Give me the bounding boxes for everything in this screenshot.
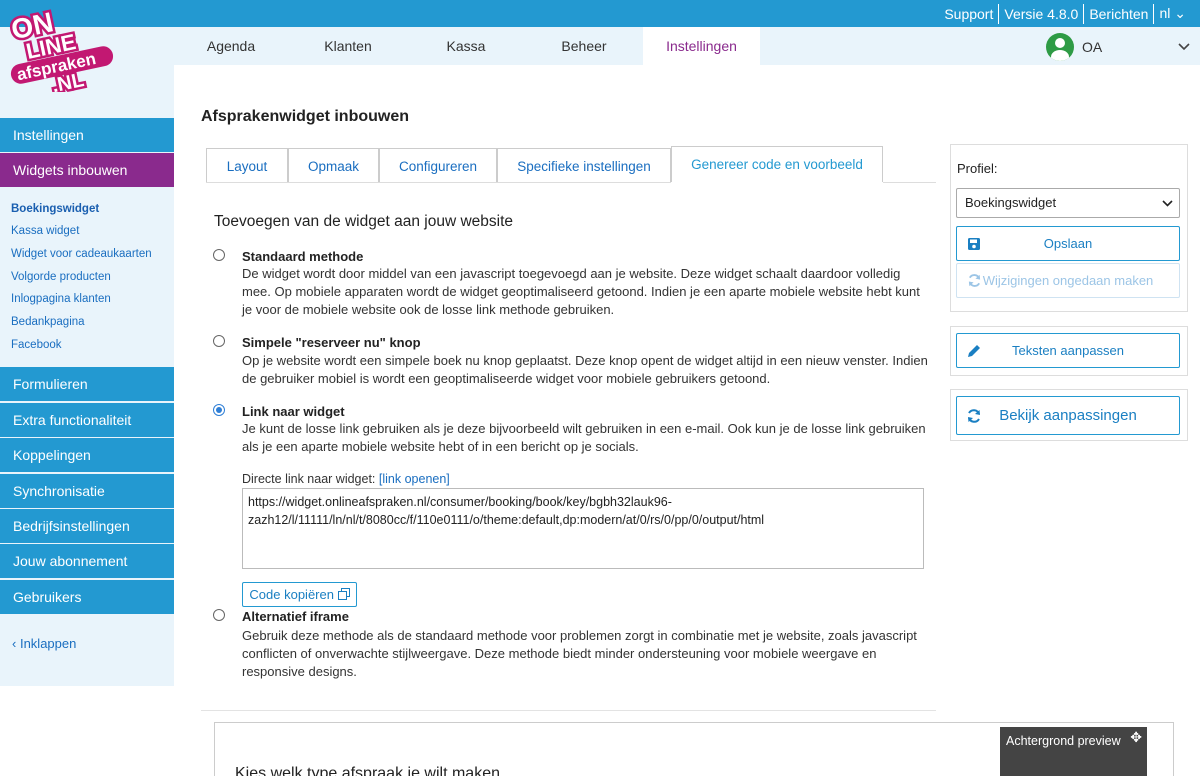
user-initials: OA [1082, 39, 1103, 55]
top-links: Support Versie 4.8.0 Berichten nl ⌄ [940, 0, 1190, 27]
nav-tab-beheer[interactable]: Beheer [539, 27, 629, 65]
sidebar-item-abonnement[interactable]: Jouw abonnement [0, 544, 174, 578]
sidebar-item-synchronisatie[interactable]: Synchronisatie [0, 474, 174, 508]
page-title: Afsprakenwidget inbouwen [201, 108, 410, 125]
move-icon[interactable]: ✥ [1130, 728, 1142, 746]
widget-url-textarea[interactable]: https://widget.onlineafspraken.nl/consum… [242, 488, 924, 569]
view-changes-button[interactable]: Bekijk aanpassingen [956, 396, 1180, 435]
chevron-left-icon: ‹ [12, 636, 17, 651]
sidebar-subitem-volgorde-producten[interactable]: Volgorde producten [11, 271, 111, 283]
sidebar-subitem-inlogpagina[interactable]: Inlogpagina klanten [11, 293, 111, 305]
radio-reserveer-knop[interactable] [213, 335, 225, 347]
option-title: Alternatief iframe [242, 609, 349, 624]
option-title: Simpele "reserveer nu" knop [242, 335, 421, 350]
nav-tab-kassa[interactable]: Kassa [421, 27, 511, 65]
tab-opmaak[interactable]: Opmaak [288, 148, 379, 183]
option-title: Link naar widget [242, 404, 345, 419]
copy-icon [337, 587, 350, 602]
sidebar-item-instellingen[interactable]: Instellingen [0, 118, 174, 152]
tab-underline [883, 182, 936, 183]
radio-alternatief-iframe[interactable] [213, 609, 225, 621]
sidebar-item-formulieren[interactable]: Formulieren [0, 367, 174, 401]
chevron-down-icon[interactable] [1178, 38, 1190, 54]
sidebar-item-bedrijfsinstellingen[interactable]: Bedrijfsinstellingen [0, 509, 174, 543]
divider [1083, 3, 1085, 24]
copy-code-button[interactable]: Code kopiëren [242, 582, 357, 607]
radio-link-naar-widget[interactable] [213, 404, 225, 416]
tab-layout[interactable]: Layout [206, 148, 288, 183]
sidebar-subitem-cadeaukaarten[interactable]: Widget voor cadeaukaarten [11, 248, 152, 260]
floppy-disk-icon [965, 227, 983, 260]
nav-tab-agenda[interactable]: Agenda [186, 27, 276, 65]
open-link[interactable]: [link openen] [379, 472, 450, 486]
option-description: De widget wordt door middel van een java… [242, 266, 920, 317]
option-title: Standaard methode [242, 249, 364, 264]
nav-tab-klanten[interactable]: Klanten [303, 27, 393, 65]
sidebar-subitem-bedankpagina[interactable]: Bedankpagina [11, 316, 85, 328]
save-button[interactable]: Opslaan [956, 226, 1180, 261]
divider [998, 3, 1000, 24]
messages-link[interactable]: Berichten [1085, 6, 1152, 22]
pencil-icon [965, 334, 983, 367]
avatar-icon [1046, 33, 1074, 61]
sidebar-subitem-facebook[interactable]: Facebook [11, 339, 62, 351]
version-link[interactable]: Versie 4.8.0 [1000, 6, 1082, 22]
collapse-sidebar-button[interactable]: ‹ Inklappen [12, 636, 76, 651]
chevron-down-icon [1162, 189, 1173, 217]
sidebar-subitem-kassa-widget[interactable]: Kassa widget [11, 225, 79, 237]
background-preview-panel[interactable]: Achtergrond preview ✥ [1000, 727, 1147, 776]
divider [201, 710, 936, 711]
language-selector[interactable]: nl ⌄ [1155, 5, 1190, 22]
profile-select[interactable]: Boekingswidget [956, 188, 1180, 218]
profile-label: Profiel: [957, 161, 998, 176]
option-description: Op je website wordt een simpele boek nu … [242, 353, 928, 386]
support-link[interactable]: Support [940, 6, 997, 22]
tab-configureren[interactable]: Configureren [379, 148, 497, 183]
sidebar-item-koppelingen[interactable]: Koppelingen [0, 438, 174, 472]
preview-heading: Kies welk type afspraak je wilt maken [235, 765, 500, 776]
undo-changes-button[interactable]: Wijzigingen ongedaan maken [956, 263, 1180, 298]
sidebar-subitem-boekingswidget[interactable]: Boekingswidget [11, 203, 99, 215]
divider [1153, 3, 1155, 24]
option-description: Gebruik deze methode als de standaard me… [242, 628, 917, 679]
nav-tab-instellingen[interactable]: Instellingen [643, 27, 760, 65]
direct-link-label: Directe link naar widget: [link openen] [242, 472, 450, 486]
user-menu[interactable]: OA [1046, 33, 1102, 61]
sidebar-item-gebruikers[interactable]: Gebruikers [0, 580, 174, 614]
tab-specifieke-instellingen[interactable]: Specifieke instellingen [497, 148, 671, 183]
tab-genereer-code[interactable]: Genereer code en voorbeeld [671, 146, 883, 182]
option-description: Je kunt de losse link gebruiken als je d… [242, 421, 926, 454]
chevron-down-icon: ⌄ [1174, 5, 1186, 21]
sidebar-item-extra-functionaliteit[interactable]: Extra functionaliteit [0, 403, 174, 437]
refresh-icon [965, 264, 983, 297]
tab-underline [206, 182, 671, 183]
refresh-icon [965, 397, 983, 434]
sidebar-item-widgets[interactable]: Widgets inbouwen [0, 153, 174, 187]
section-title: Toevoegen van de widget aan jouw website [214, 213, 514, 230]
radio-standaard-methode[interactable] [213, 249, 225, 261]
main-nav: Agenda Klanten Kassa Beheer Instellingen… [0, 27, 1200, 65]
logo: ON LINE afspraken .NL [6, 4, 114, 92]
edit-texts-button[interactable]: Teksten aanpassen [956, 333, 1180, 368]
